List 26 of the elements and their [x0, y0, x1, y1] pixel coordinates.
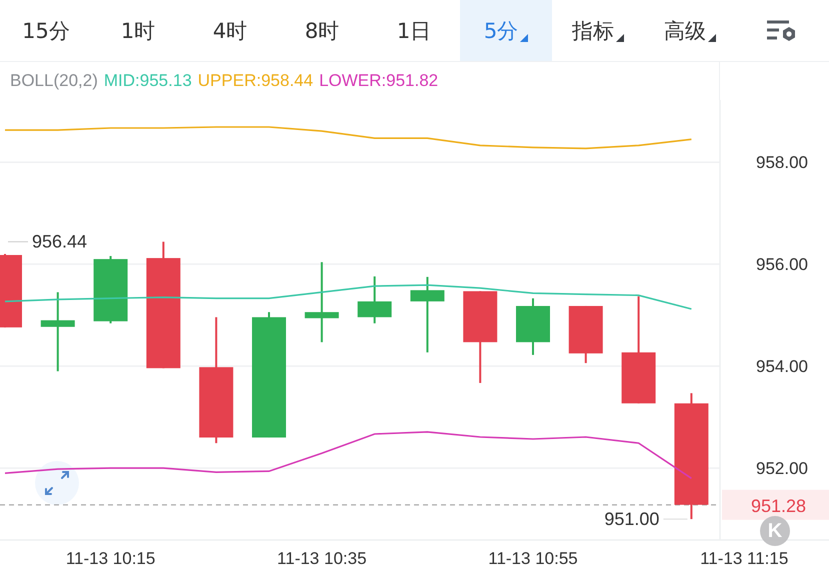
- timeframe-tab[interactable]: 1时: [92, 0, 184, 61]
- price-axis-label: 952.00: [756, 459, 808, 478]
- low-price-label: 951.00: [604, 509, 660, 530]
- indicator-name: BOLL(20,2): [10, 71, 98, 91]
- timeframe-tab[interactable]: 5分: [460, 0, 552, 61]
- timeframe-tab[interactable]: 指标: [552, 0, 644, 61]
- leader-line: [662, 518, 688, 520]
- time-axis-label: 11-13 10:35: [277, 549, 367, 568]
- price-axis-label: 954.00: [756, 357, 808, 376]
- timeframe-tab[interactable]: 高级: [644, 0, 736, 61]
- leader-line: [8, 241, 28, 242]
- indicator-value: MID:955.13: [104, 71, 192, 91]
- timeframe-tab[interactable]: 15分: [0, 0, 92, 61]
- time-axis-label: 11-13 10:55: [488, 549, 578, 568]
- price-axis-label: 956.00: [756, 255, 808, 274]
- high-price-label: 956.44: [32, 232, 88, 252]
- indicator-value: UPPER:958.44: [198, 71, 314, 91]
- time-axis-label: 11-13 11:15: [700, 549, 788, 568]
- expand-icon[interactable]: [35, 461, 79, 505]
- indicator-value: LOWER:951.82: [319, 71, 438, 91]
- timeframe-tab[interactable]: 4时: [184, 0, 276, 61]
- price-axis-label: 958.00: [756, 153, 808, 172]
- timeframe-tab[interactable]: 8时: [276, 0, 368, 61]
- timeframe-tab[interactable]: 1日: [368, 0, 460, 61]
- current-price-label: 951.28: [750, 496, 806, 516]
- time-axis-label: 11-13 10:15: [66, 549, 156, 568]
